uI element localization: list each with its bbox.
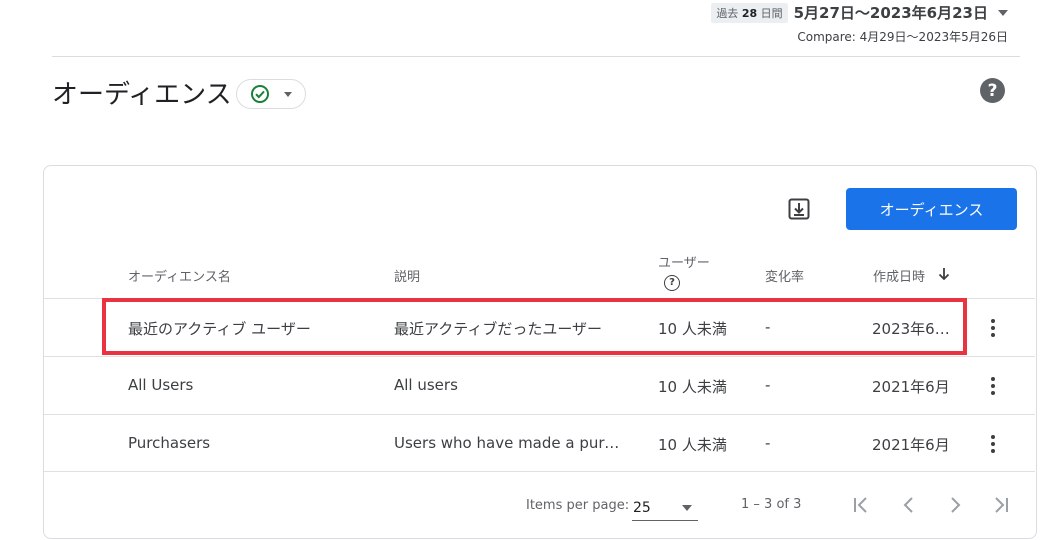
column-header-description[interactable]: 説明 — [394, 266, 420, 285]
chevron-down-icon[interactable] — [998, 9, 1008, 16]
check-circle-icon — [251, 85, 269, 103]
period-prefix: 過去 — [716, 6, 739, 20]
period-days: 28 — [741, 6, 758, 20]
create-audience-button[interactable]: オーディエンス — [846, 188, 1017, 230]
items-per-page-label: Items per page: — [526, 498, 630, 513]
arrow-down-icon[interactable] — [937, 266, 951, 282]
row-2-description: All users — [394, 376, 458, 394]
help-icon[interactable]: ? — [664, 275, 680, 291]
date-range-text: 5月27日〜2023年6月23日 — [793, 4, 988, 22]
header-divider — [52, 56, 1020, 57]
period-suffix: 日間 — [760, 6, 783, 20]
column-header-change[interactable]: 変化率 — [765, 266, 804, 285]
row-2-name[interactable]: All Users — [128, 376, 378, 394]
help-circle-icon: ? — [987, 80, 998, 101]
row-2-created: 2021年6月 — [872, 378, 950, 396]
row-divider — [44, 356, 1035, 357]
row-3-name[interactable]: Purchasers — [128, 434, 378, 452]
first-page-icon[interactable] — [850, 494, 872, 516]
compare-range-text: Compare: 4月29日〜2023年5月26日 — [797, 30, 1008, 44]
column-header-users-label: ユーザー — [658, 256, 710, 271]
items-per-page-value: 25 — [633, 500, 651, 516]
row-2-users: 10 人未満 — [658, 378, 727, 396]
row-2-change: - — [765, 376, 771, 394]
row-divider — [44, 471, 1035, 472]
page-title: オーディエンス — [52, 80, 232, 110]
pagination-range: 1 – 3 of 3 — [741, 497, 802, 512]
previous-page-icon[interactable] — [898, 494, 920, 516]
highlight-box — [102, 298, 967, 355]
row-3-created: 2021年6月 — [872, 436, 950, 454]
last-page-icon[interactable] — [990, 494, 1012, 516]
column-header-name[interactable]: オーディエンス名 — [128, 266, 231, 285]
next-page-icon[interactable] — [944, 494, 966, 516]
row-3-users: 10 人未満 — [658, 436, 727, 454]
row-3-change: - — [765, 434, 771, 452]
row-2-more-icon[interactable] — [991, 377, 995, 395]
status-dropdown[interactable] — [236, 79, 306, 109]
row-3-description: Users who have made a purchase — [394, 434, 624, 452]
row-1-more-icon[interactable] — [991, 319, 995, 337]
row-3-more-icon[interactable] — [991, 435, 995, 453]
column-header-created[interactable]: 作成日時 — [873, 266, 925, 285]
download-icon[interactable] — [787, 197, 811, 221]
date-range-picker[interactable]: 過去 28 日間 5月27日〜2023年6月23日 Compare: 4月29日… — [711, 2, 1008, 45]
row-divider — [44, 414, 1035, 415]
help-button[interactable]: ? — [980, 78, 1005, 103]
column-header-users[interactable]: ユーザー ? — [658, 256, 710, 291]
period-chip: 過去 28 日間 — [711, 2, 788, 23]
chevron-down-icon — [284, 91, 292, 97]
chevron-down-icon — [682, 505, 692, 511]
